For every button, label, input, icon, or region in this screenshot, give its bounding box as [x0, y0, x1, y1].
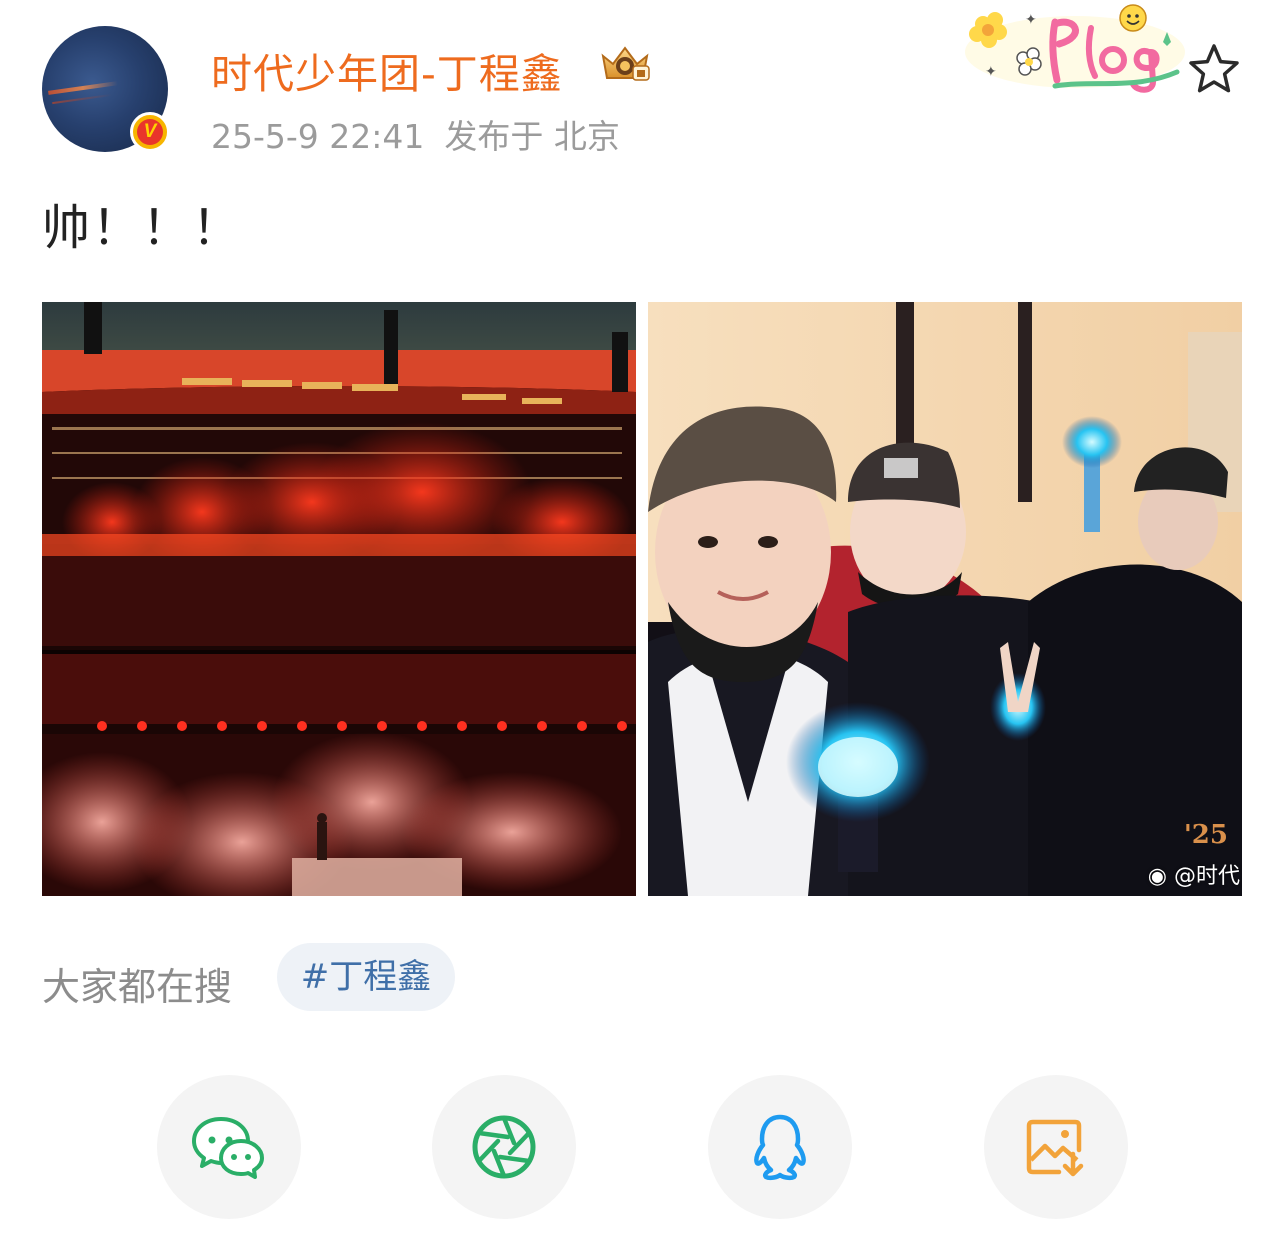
svg-text:✦: ✦ — [985, 64, 997, 80]
hashtag-chip[interactable]: #丁程鑫 — [277, 943, 455, 1011]
svg-text:✦: ✦ — [1025, 12, 1037, 28]
moments-shutter-icon — [472, 1115, 536, 1179]
wechat-icon — [192, 1117, 264, 1179]
crown-vip-icon — [601, 46, 650, 81]
save-image-button[interactable] — [984, 1075, 1128, 1219]
username[interactable]: 时代少年团-丁程鑫 — [211, 40, 563, 100]
photo-year-mark: '25 — [1183, 820, 1228, 850]
post-photo-1[interactable] — [42, 302, 636, 896]
avatar-light-streak — [52, 93, 112, 105]
verified-badge: V — [130, 112, 170, 152]
avatar-light-streak — [48, 81, 118, 95]
watermark-text: @时代 — [1173, 864, 1240, 889]
selfie-photo — [648, 302, 1242, 896]
post-text: 帅！！！ — [42, 200, 243, 256]
favorite-star-icon[interactable] — [1186, 42, 1242, 96]
post-location: 发布于 北京 — [444, 117, 620, 156]
share-qq-button[interactable] — [708, 1075, 852, 1219]
post-photo-2[interactable]: '25 ◉ @时代 — [648, 302, 1242, 896]
photo-watermark: ◉ @时代 — [1148, 858, 1240, 890]
trending-label: 大家都在搜 — [42, 965, 233, 1009]
weibo-logo-icon: ◉ — [1147, 864, 1174, 889]
qq-penguin-icon — [754, 1114, 806, 1181]
save-image-icon — [1026, 1119, 1084, 1177]
share-moments-button[interactable] — [432, 1075, 576, 1219]
post-meta: 25-5-9 22:41 发布于 北京 — [211, 110, 620, 158]
post-date: 25-5-9 22:41 — [211, 117, 425, 156]
stadium-concert-photo — [42, 302, 636, 896]
plog-sticker-icon: ✦ ✦ — [965, 4, 1185, 93]
share-wechat-button[interactable] — [157, 1075, 301, 1219]
verified-mark: V — [137, 119, 163, 145]
